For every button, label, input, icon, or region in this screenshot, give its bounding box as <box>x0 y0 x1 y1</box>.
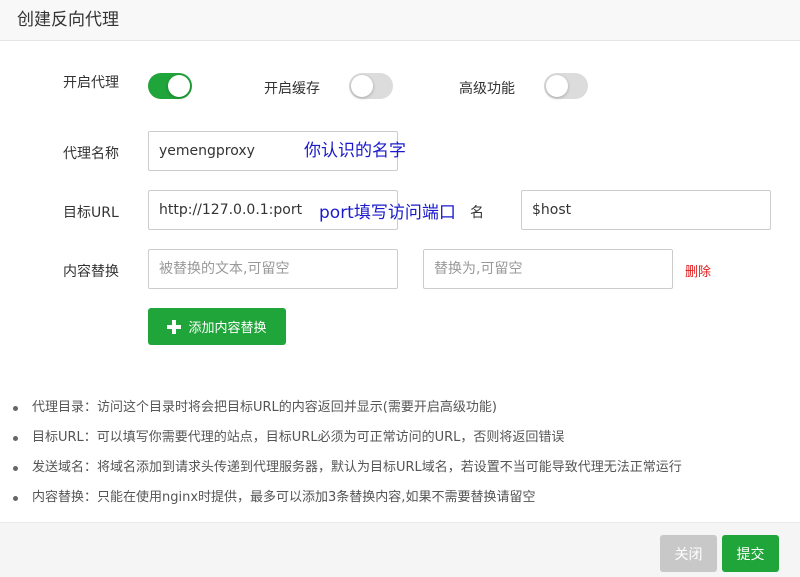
send-domain-input[interactable] <box>521 190 771 230</box>
advanced-label: 高级功能 <box>459 81 515 97</box>
add-replace-button[interactable]: 添加内容替换 <box>148 308 286 345</box>
toggle-knob <box>351 75 373 97</box>
delete-replace-link[interactable]: 删除 <box>685 261 711 280</box>
dialog-title: 创建反向代理 <box>17 10 119 30</box>
content-replace-label: 内容替换 <box>63 264 119 280</box>
advanced-toggle[interactable] <box>544 73 588 99</box>
plus-icon <box>167 319 182 334</box>
enable-cache-toggle[interactable] <box>349 73 393 99</box>
port-hint-annotation: port填写访问端口 <box>319 203 456 223</box>
dialog-header: 创建反向代理 <box>0 0 800 41</box>
note-item: 代理目录：访问这个目录时将会把目标URL的内容返回并显示(需要开启高级功能) <box>10 393 682 423</box>
close-button[interactable]: 关闭 <box>660 535 717 572</box>
enable-proxy-toggle[interactable] <box>148 73 192 99</box>
note-item: 目标URL：可以填写你需要代理的站点，目标URL必须为可正常访问的URL，否则将… <box>10 423 682 453</box>
send-domain-label: 名 <box>470 205 484 221</box>
enable-cache-label: 开启缓存 <box>264 81 320 97</box>
enable-proxy-label: 开启代理 <box>63 75 119 91</box>
replace-to-input[interactable] <box>423 249 673 289</box>
replace-from-input[interactable] <box>148 249 398 289</box>
dialog-footer: 关闭 提交 <box>0 522 800 577</box>
submit-button[interactable]: 提交 <box>722 535 779 572</box>
toggle-knob <box>168 75 190 97</box>
note-item: 发送域名：将域名添加到请求头传递到代理服务器，默认为目标URL域名，若设置不当可… <box>10 453 682 483</box>
help-notes: 代理目录：访问这个目录时将会把目标URL的内容返回并显示(需要开启高级功能) 目… <box>10 393 682 513</box>
toggle-knob <box>546 75 568 97</box>
add-replace-button-label: 添加内容替换 <box>188 321 267 336</box>
proxy-name-label: 代理名称 <box>63 146 119 162</box>
name-hint-annotation: 你认识的名字 <box>304 141 406 161</box>
note-item: 内容替换：只能在使用nginx时提供，最多可以添加3条替换内容,如果不需要替换请… <box>10 483 682 513</box>
target-url-label: 目标URL <box>63 205 119 221</box>
